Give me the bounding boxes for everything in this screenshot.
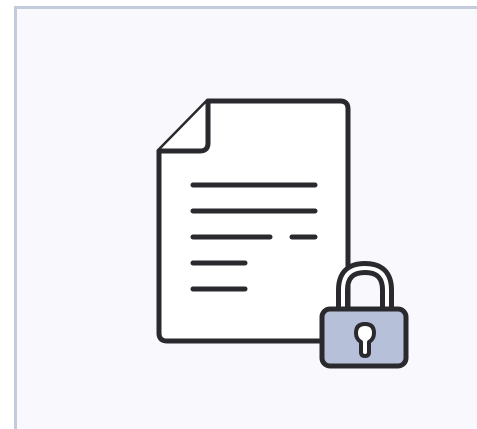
locked-document-icon <box>156 98 409 369</box>
document-icon <box>156 98 351 344</box>
